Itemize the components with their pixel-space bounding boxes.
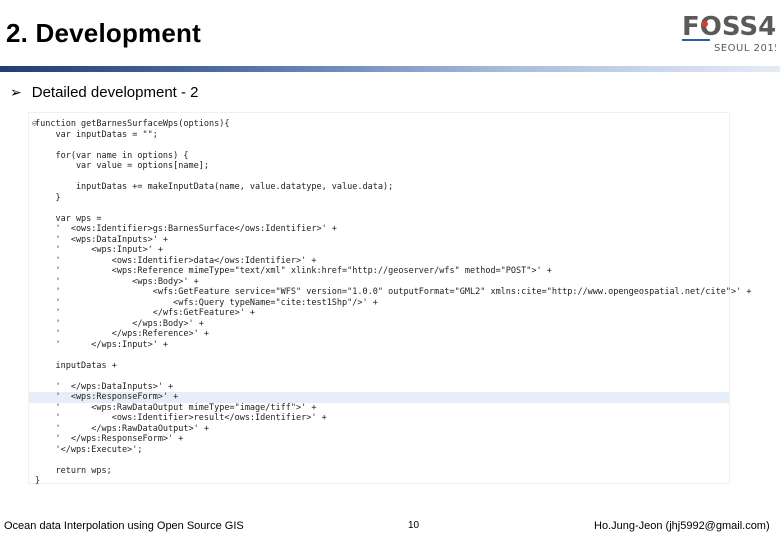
code-line: } [29, 476, 729, 487]
code-line: ' </wps:Input>' + [29, 340, 729, 351]
code-line: ' <wps:Reference mimeType="text/xml" xli… [29, 266, 729, 277]
code-line: inputDatas + [29, 361, 729, 372]
code-line-text: ' </wps:Body>' + [35, 318, 204, 329]
code-line: ' </wps:Body>' + [29, 319, 729, 330]
code-line: ' <wfs:Query typeName="cite:test1Shp"/>'… [29, 298, 729, 309]
code-line-text: ' <wps:DataInputs>' + [35, 234, 169, 245]
title-divider [0, 66, 780, 72]
code-line: ' <wfs:GetFeature service="WFS" version=… [29, 287, 751, 298]
code-line: ' </wps:ResponseForm>' + [29, 434, 729, 445]
logo-main-text: FOSS4G [682, 12, 776, 42]
code-line-text: ' <wps:RawDataOutput mimeType="image/tif… [35, 402, 317, 413]
footer-presentation-title: Ocean data Interpolation using Open Sour… [4, 520, 244, 532]
code-line-text: ' <wps:Reference mimeType="text/xml" xli… [35, 266, 552, 276]
code-line-text: ' </wps:ResponseForm>' + [35, 434, 184, 444]
code-line-text: ' </wps:Reference>' + [35, 329, 209, 339]
code-line-text: ' <wfs:Query typeName="cite:test1Shp"/>'… [35, 297, 378, 308]
footer-author: Ho.Jung-Jeon (jhj5992@gmail.com) [594, 520, 770, 532]
code-line: ⊖ function getBarnesSurfaceWps(options){ [29, 119, 729, 130]
code-line: var inputDatas = ""; [29, 130, 729, 141]
code-line-text: inputDatas + [35, 360, 117, 371]
code-line-text: ' <wfs:GetFeature service="WFS" version=… [35, 287, 752, 297]
code-line-text: '</wps:Execute>'; [35, 444, 143, 455]
code-line: ' <wps:RawDataOutput mimeType="image/tif… [29, 403, 729, 414]
code-line-text: ' <wps:Body>' + [35, 276, 199, 287]
code-line: ' <ows:Identifier>gs:BarnesSurface</ows:… [29, 224, 729, 235]
code-line: ' <wps:Body>' + [29, 277, 729, 288]
bullet-item: ➢ Detailed development - 2 [10, 84, 199, 101]
footer-page-number: 10 [408, 520, 420, 531]
code-line-text: ' <ows:Identifier>result</ows:Identifier… [35, 413, 327, 423]
arrow-bullet-icon: ➢ [10, 84, 22, 100]
slide-title: 2. Development [6, 18, 201, 48]
code-line-text: ' </wps:DataInputs>' + [35, 381, 174, 392]
code-line: } [29, 193, 729, 204]
code-line: ' <wps:DataInputs>' + [29, 235, 729, 246]
code-line-text: ' </wps:Input>' + [35, 339, 169, 350]
bullet-text: Detailed development - 2 [31, 84, 199, 101]
code-line-text: function getBarnesSurfaceWps(options){ [35, 119, 230, 129]
code-line-text: } [35, 192, 61, 203]
code-screenshot: ⊖ function getBarnesSurfaceWps(options){ … [28, 112, 751, 487]
code-line-text: for(var name in options) { [35, 150, 189, 161]
code-line: return wps; [29, 466, 729, 477]
code-line-text: ' </wfs:GetFeature>' + [35, 308, 256, 318]
code-line-text: ' <ows:Identifier>data</ows:Identifier>'… [35, 255, 317, 266]
code-line: ' <ows:Identifier>result</ows:Identifier… [29, 413, 729, 424]
code-line: for(var name in options) { [29, 151, 729, 162]
code-line-text: ' <wps:ResponseForm>' + [35, 392, 179, 402]
logo-sub-text: SEOUL 2015 [714, 43, 776, 54]
code-line: ' </wps:Reference>' + [29, 329, 729, 340]
code-line-text: return wps; [35, 465, 112, 476]
code-line-text: var inputDatas = ""; [35, 129, 158, 140]
code-line-text: ' <wps:Input>' + [35, 245, 163, 255]
code-line: ' <wps:ResponseForm>' + [29, 392, 729, 403]
code-line: inputDatas += makeInputData(name, value.… [29, 182, 729, 193]
code-line-text: var value = options[name]; [35, 161, 209, 171]
code-line: ' <wps:Input>' + [29, 245, 729, 256]
code-line-text: ' </wps:RawDataOutput>' + [35, 423, 209, 434]
code-line: ' </wps:DataInputs>' + [29, 382, 729, 393]
code-line: ' </wps:RawDataOutput>' + [29, 424, 729, 435]
code-line: var value = options[name]; [29, 161, 729, 172]
code-line: ' <ows:Identifier>data</ows:Identifier>'… [29, 256, 729, 267]
code-line-text: } [35, 476, 41, 486]
code-line: ' </wfs:GetFeature>' + [29, 308, 729, 319]
code-line: '</wps:Execute>'; [29, 445, 729, 456]
code-line: var wps = [29, 214, 729, 225]
code-line-text: ' <ows:Identifier>gs:BarnesSurface</ows:… [35, 224, 337, 234]
code-line-text: var wps = [35, 213, 102, 224]
foss4g-seoul-logo: FOSS4G SEOUL 2015 [678, 5, 776, 57]
code-line-text: inputDatas += makeInputData(name, value.… [35, 182, 394, 192]
